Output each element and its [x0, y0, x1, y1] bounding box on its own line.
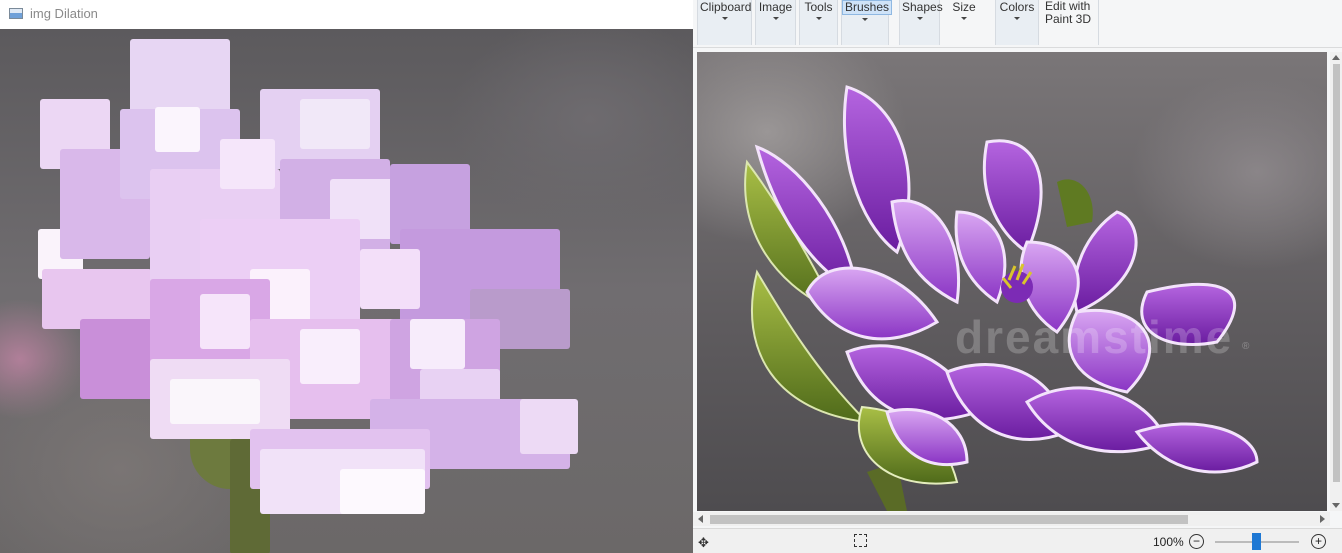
zoom-level-text: 100% [1153, 535, 1184, 549]
ribbon-brushes-label: Brushes [842, 0, 893, 15]
lotus-photo: dreamstime ® [697, 52, 1327, 511]
ribbon-colors-group[interactable]: Colors [995, 0, 1039, 45]
zoom-out-icon[interactable]: − [1189, 534, 1204, 549]
dilated-image [0, 29, 693, 553]
paint-window: Clipboard Image Tools Brushes Shapes Siz… [693, 0, 1342, 553]
scroll-left-arrow-icon[interactable] [698, 515, 703, 523]
scroll-up-arrow-icon[interactable] [1332, 55, 1340, 60]
dilation-window: img Dilation [0, 0, 693, 553]
scroll-down-arrow-icon[interactable] [1332, 503, 1340, 508]
ribbon-image-label: Image [758, 0, 793, 14]
edit-with-label-line2: Paint 3D [1045, 12, 1092, 26]
horizontal-scroll-thumb[interactable] [710, 515, 1188, 524]
ribbon-image-group[interactable]: Image [755, 0, 796, 45]
ribbon-clipboard-label: Clipboard [700, 0, 752, 14]
selection-size-icon [854, 534, 867, 547]
paint-statusbar: ✥ 100% − + [693, 528, 1342, 553]
chevron-down-icon [721, 17, 728, 20]
chevron-down-icon [1014, 17, 1020, 20]
ribbon-size-label: Size [952, 0, 976, 14]
ribbon-brushes-group[interactable]: Brushes [841, 0, 893, 45]
registered-mark-icon: ® [1242, 341, 1250, 352]
chevron-down-icon [862, 18, 868, 21]
chevron-down-icon [916, 17, 923, 20]
ribbon-tools-label: Tools [804, 0, 833, 14]
ribbon-colors-label: Colors [999, 0, 1035, 14]
dilation-window-title: img Dilation [30, 6, 98, 21]
scroll-right-arrow-icon[interactable] [1320, 515, 1325, 523]
zoom-slider-thumb[interactable] [1252, 533, 1261, 550]
zoom-in-icon[interactable]: + [1311, 534, 1326, 549]
chevron-down-icon [961, 17, 967, 20]
paint-ribbon: Clipboard Image Tools Brushes Shapes Siz… [693, 0, 1342, 48]
ribbon-shapes-label: Shapes [902, 0, 943, 14]
horizontal-scrollbar[interactable] [693, 512, 1330, 526]
ribbon-tools-group[interactable]: Tools [799, 0, 838, 45]
chevron-down-icon [815, 17, 822, 20]
ribbon-edit-with-paint3d[interactable]: Edit with Paint 3D [1039, 0, 1099, 45]
opencv-window-icon [9, 8, 23, 19]
vertical-scroll-thumb[interactable] [1333, 64, 1340, 482]
cursor-position-icon: ✥ [698, 535, 709, 550]
vertical-scrollbar[interactable] [1330, 52, 1342, 511]
dilation-titlebar[interactable]: img Dilation [0, 0, 693, 29]
watermark-text: dreamstime [955, 311, 1234, 363]
lotus-flower-illustration [744, 85, 1259, 511]
ribbon-shapes-group[interactable]: Shapes [899, 0, 943, 45]
ribbon-clipboard-group[interactable]: Clipboard [697, 0, 752, 45]
ribbon-size-group[interactable]: Size [949, 0, 979, 45]
paint-canvas[interactable]: dreamstime ® [697, 52, 1327, 511]
chevron-down-icon [772, 17, 779, 20]
